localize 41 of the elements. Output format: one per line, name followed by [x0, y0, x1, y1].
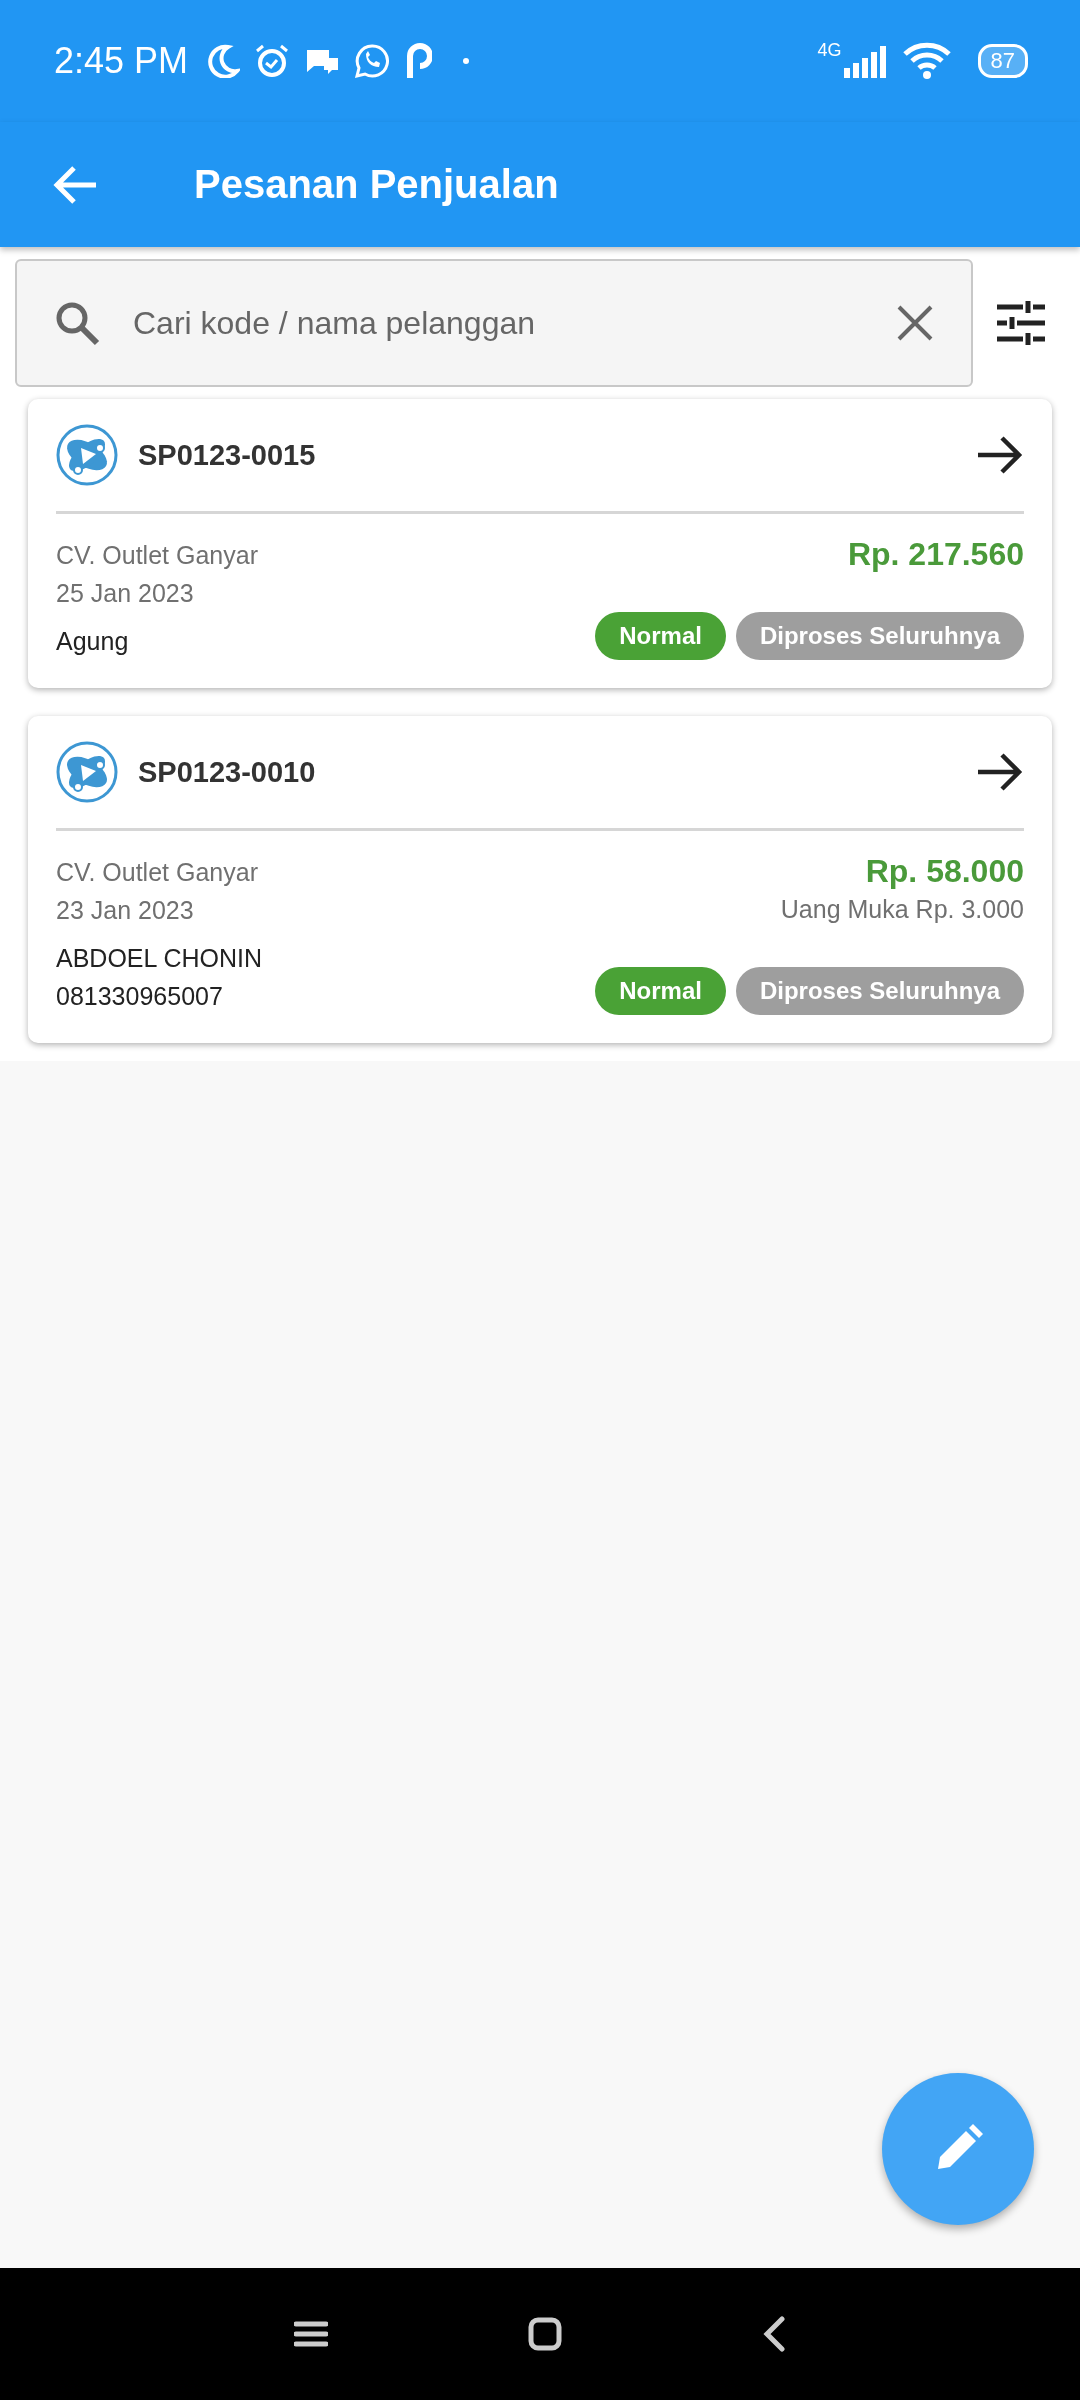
battery-level: 87 [977, 44, 1028, 78]
dot-icon [462, 57, 471, 65]
nav-back-button[interactable] [762, 2316, 786, 2352]
search-field[interactable]: Cari kode / nama pelanggan [131, 303, 865, 343]
network-type: 4G [817, 40, 842, 61]
back-button[interactable] [52, 164, 98, 205]
status-tag: Diproses Seluruhnya [735, 612, 1024, 660]
menu-button[interactable] [294, 2320, 328, 2348]
order-code: SP0123-0010 [138, 755, 317, 789]
status-time: 2:45 PM [54, 40, 189, 82]
wifi-icon [901, 42, 952, 80]
outlet-name: CV. Outlet Ganyar [56, 857, 259, 888]
customer-info: Agung [56, 626, 130, 657]
order-card[interactable]: SP0123-0010 CV. Outlet Ganyar 23 Jan 2023 ABDOEL CHONIN 081330965007 Rp. 58.000 Uang Muka Rp. 3.000 Normal Diproses Seluruhnya [28, 716, 1052, 1043]
filter-button[interactable] [995, 299, 1047, 347]
order-date: 25 Jan 2023 [56, 578, 195, 609]
outlet-name: CV. Outlet Ganyar [56, 540, 258, 571]
alarm-icon [254, 43, 291, 79]
clear-button[interactable] [895, 303, 935, 343]
signal-icon [843, 44, 888, 78]
customer-info: ABDOEL CHONIN [56, 943, 263, 974]
logo-icon [56, 741, 118, 803]
moon-icon [206, 44, 241, 78]
home-button[interactable] [528, 2317, 562, 2351]
order-code: SP0123-0015 [138, 438, 317, 472]
down-payment: Uang Muka Rp. 3.000 [780, 894, 1024, 925]
screen-title: Pesanan Penjualan [194, 162, 559, 207]
logo-icon [56, 424, 118, 486]
order-date: 23 Jan 2023 [56, 895, 195, 926]
phone-chat-icon [354, 43, 391, 79]
status-tag: Normal [595, 967, 726, 1015]
order-amount: Rp. 58.000 [865, 853, 1024, 890]
open-order-button[interactable] [976, 434, 1024, 476]
status-tag: Normal [595, 612, 726, 660]
order-amount: Rp. 217.560 [847, 536, 1024, 573]
order-card[interactable]: SP0123-0015 CV. Outlet Ganyar 25 Jan 2023 Agung Rp. 217.560 Normal Diproses Seluruhnya [28, 399, 1052, 688]
status-tag: Diproses Seluruhnya [735, 967, 1024, 1015]
search-bar[interactable]: Cari kode / nama pelanggan [15, 259, 973, 387]
open-order-button[interactable] [976, 751, 1024, 793]
p-icon [404, 42, 433, 80]
customer-info: 081330965007 [56, 981, 224, 1012]
